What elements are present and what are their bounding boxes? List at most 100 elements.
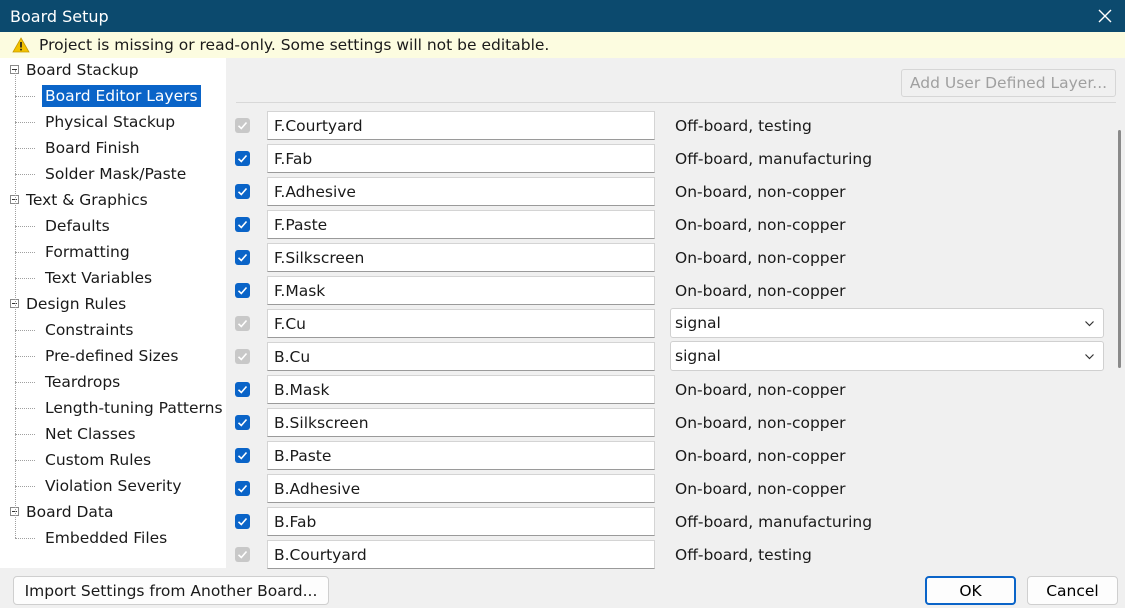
tree-item-label: Net Classes [45, 425, 136, 443]
cancel-button[interactable]: Cancel [1027, 576, 1118, 605]
layer-row: B.Mask On-board, non-copper [226, 373, 1106, 406]
tree-item-label: Formatting [45, 243, 130, 261]
layer-type-label: On-board, non-copper [675, 446, 846, 465]
tree-group-label: Text & Graphics [26, 191, 148, 209]
close-icon[interactable] [1093, 4, 1117, 28]
tree-item-label: Board Finish [45, 139, 140, 157]
layer-row: B.Adhesive On-board, non-copper [226, 472, 1106, 505]
layer-row: F.Silkscreen On-board, non-copper [226, 241, 1106, 274]
layer-name-field[interactable]: B.Adhesive [267, 474, 655, 503]
tree-item-constraints[interactable]: Constraints [42, 318, 136, 342]
layer-type-label: On-board, non-copper [675, 479, 846, 498]
layer-name-field[interactable]: F.Silkscreen [267, 243, 655, 272]
tree-connector [15, 122, 35, 123]
layer-type-dropdown[interactable]: signal [670, 341, 1104, 371]
layer-enabled-checkbox[interactable] [235, 217, 250, 232]
tree-item-defaults[interactable]: Defaults [42, 214, 113, 238]
tree-group-board-data[interactable]: Board Data [23, 500, 117, 524]
layer-enabled-checkbox[interactable] [235, 448, 250, 463]
tree-item-board-finish[interactable]: Board Finish [42, 136, 143, 160]
tree-item-formatting[interactable]: Formatting [42, 240, 133, 264]
tree-item-teardrops[interactable]: Teardrops [42, 370, 123, 394]
tree-item-label: Solder Mask/Paste [45, 165, 187, 183]
layer-type-dropdown[interactable]: signal [670, 308, 1104, 338]
tree-item-label: Custom Rules [45, 451, 152, 469]
tree-connector [15, 278, 35, 279]
layer-enabled-checkbox [235, 547, 250, 562]
tree-item-violation-severity[interactable]: Violation Severity [42, 474, 185, 498]
import-settings-button[interactable]: Import Settings from Another Board... [13, 576, 329, 605]
layer-name-field[interactable]: F.Courtyard [267, 111, 655, 140]
layer-type-label: Off-board, manufacturing [675, 512, 873, 531]
layer-enabled-checkbox[interactable] [235, 481, 250, 496]
layer-type-value: signal [675, 347, 721, 365]
layer-row: B.Fab Off-board, manufacturing [226, 505, 1106, 538]
layer-name-field[interactable]: B.Paste [267, 441, 655, 470]
tree-group-text-graphics[interactable]: Text & Graphics [23, 188, 151, 212]
layer-type-label: On-board, non-copper [675, 215, 846, 234]
tree-item-label: Physical Stackup [45, 113, 176, 131]
tree-connector [15, 382, 35, 383]
layer-type-label: On-board, non-copper [675, 281, 846, 300]
layer-name-field[interactable]: F.Paste [267, 210, 655, 239]
tree-item-net-classes[interactable]: Net Classes [42, 422, 139, 446]
tree-item-board-editor-layers[interactable]: Board Editor Layers [42, 84, 201, 108]
layer-name-field[interactable]: B.Cu [267, 342, 655, 371]
layer-type-label: On-board, non-copper [675, 182, 846, 201]
tree-item-label: Pre-defined Sizes [45, 347, 179, 365]
tree-item-pre-defined-sizes[interactable]: Pre-defined Sizes [42, 344, 181, 368]
tree-item-label: Board Editor Layers [42, 85, 201, 107]
layer-enabled-checkbox[interactable] [235, 283, 250, 298]
layer-enabled-checkbox[interactable] [235, 415, 250, 430]
layer-row: F.Courtyard Off-board, testing [226, 109, 1106, 142]
chevron-down-icon [1084, 318, 1095, 329]
layer-enabled-checkbox [235, 316, 250, 331]
tree-connector [15, 330, 35, 331]
tree-group-board-stackup[interactable]: Board Stackup [23, 58, 142, 82]
tree-connector [15, 148, 35, 149]
tree-connector [15, 70, 16, 526]
layer-name-field[interactable]: F.Mask [267, 276, 655, 305]
tree-item-text-variables[interactable]: Text Variables [42, 266, 155, 290]
layer-enabled-checkbox [235, 349, 250, 364]
layer-enabled-checkbox[interactable] [235, 382, 250, 397]
tree-item-embedded-files[interactable]: Embedded Files [42, 526, 170, 550]
tree-item-label: Text Variables [45, 269, 153, 287]
tree-group-design-rules[interactable]: Design Rules [23, 292, 129, 316]
tree-group-label: Design Rules [26, 295, 127, 313]
tree-item-physical-stackup[interactable]: Physical Stackup [42, 110, 178, 134]
layer-name-field[interactable]: F.Fab [267, 144, 655, 173]
settings-tree: Board Stackup Board Editor Layers Physical… [0, 58, 226, 568]
layer-row: F.Adhesive On-board, non-copper [226, 175, 1106, 208]
chevron-down-icon [1084, 351, 1095, 362]
title-bar: Board Setup [0, 0, 1125, 32]
tree-connector [15, 174, 35, 175]
layer-enabled-checkbox[interactable] [235, 184, 250, 199]
layer-name-field[interactable]: B.Courtyard [267, 540, 655, 569]
tree-item-label: Length-tuning Patterns [45, 399, 223, 417]
tree-item-label: Violation Severity [45, 477, 182, 495]
layer-name-field[interactable]: B.Mask [267, 375, 655, 404]
layer-name-field[interactable]: B.Silkscreen [267, 408, 655, 437]
window-title: Board Setup [10, 6, 109, 26]
layer-row: B.Paste On-board, non-copper [226, 439, 1106, 472]
tree-item-length-tuning-patterns[interactable]: Length-tuning Patterns [42, 396, 226, 420]
layer-enabled-checkbox[interactable] [235, 514, 250, 529]
tree-item-custom-rules[interactable]: Custom Rules [42, 448, 154, 472]
tree-connector [15, 252, 35, 253]
layer-row: F.Cu signal [226, 307, 1106, 340]
layer-name-field[interactable]: B.Fab [267, 507, 655, 536]
tree-item-solder-mask-paste[interactable]: Solder Mask/Paste [42, 162, 189, 186]
ok-button[interactable]: OK [925, 576, 1016, 605]
layer-enabled-checkbox[interactable] [235, 151, 250, 166]
layer-name-field[interactable]: F.Cu [267, 309, 655, 338]
tree-connector [15, 486, 35, 487]
warning-message: Project is missing or read-only. Some se… [39, 36, 550, 54]
tree-connector [15, 460, 35, 461]
layer-name-field[interactable]: F.Adhesive [267, 177, 655, 206]
tree-item-label: Defaults [45, 217, 110, 235]
layer-enabled-checkbox[interactable] [235, 250, 250, 265]
add-user-defined-layer-button[interactable]: Add User Defined Layer... [901, 69, 1116, 97]
divider [236, 102, 1116, 103]
vertical-scrollbar[interactable] [1118, 130, 1121, 368]
